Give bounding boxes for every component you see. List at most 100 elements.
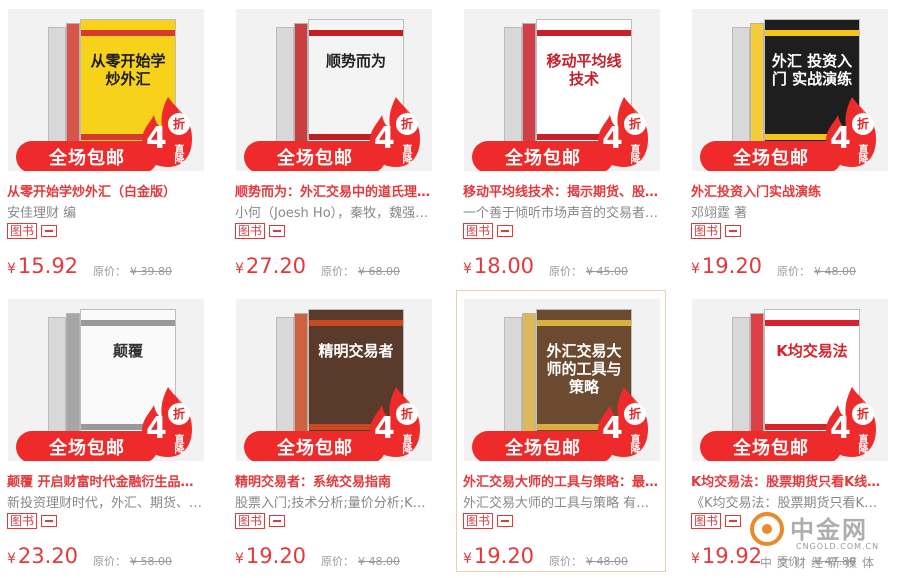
discount-number: 4 xyxy=(830,121,851,156)
product-card[interactable]: 颠覆 全场包邮 折 4 直降 颠覆 开启财富时代金融衍生品投资... 新投资理财… xyxy=(0,290,210,572)
free-shipping-badge: 全场包邮 xyxy=(472,141,614,171)
ebook-icon xyxy=(41,515,58,527)
product-card[interactable]: 从零开始学炒外汇 全场包邮 折 4 直降 从零开始学炒外汇（白金版） 安佳理财 … xyxy=(0,0,210,282)
product-tags: 图书 xyxy=(7,223,58,239)
product-image[interactable]: 从零开始学炒外汇 全场包邮 折 4 直降 xyxy=(8,9,204,171)
currency-symbol: ¥ xyxy=(235,261,244,277)
product-price: ¥27.20 xyxy=(235,254,306,278)
currency-symbol: ¥ xyxy=(691,261,700,277)
original-price-label: 原价： xyxy=(549,555,582,568)
book-spine xyxy=(750,313,764,445)
free-shipping-badge: 全场包邮 xyxy=(472,431,614,461)
book-spine xyxy=(294,23,308,155)
original-price-value: ¥ 48.00 xyxy=(586,555,628,568)
watermark-logo-icon xyxy=(750,512,784,546)
book-spine xyxy=(522,313,536,445)
cover-accent xyxy=(537,320,631,326)
product-author: 一个善于倾听市场声音的交易者，... xyxy=(463,206,661,221)
product-image[interactable]: 顺势而为 全场包邮 折 4 直降 xyxy=(236,9,432,171)
product-title[interactable]: 精明交易者：系统交易指南 xyxy=(235,471,433,490)
product-tags: 图书 xyxy=(691,223,742,239)
discount-number: 4 xyxy=(146,121,167,156)
product-title[interactable]: 顺势而为：外汇交易中的道氏理论... xyxy=(235,181,433,200)
currency-symbol: ¥ xyxy=(463,261,472,277)
original-price: 原价： ¥ 39.80 xyxy=(93,263,172,279)
discount-unit: 折 xyxy=(852,113,874,135)
ebook-icon xyxy=(497,225,514,237)
cover-accent xyxy=(309,320,403,326)
product-author: 邓翊霆 著 xyxy=(691,206,748,221)
ebook-icon xyxy=(269,225,286,237)
product-image[interactable]: 外汇交易大师的工具与策略 全场包邮 折 4 直降 xyxy=(464,299,660,461)
product-tags: 图书 xyxy=(691,513,742,529)
cover-accent xyxy=(81,30,175,36)
original-price-label: 原价： xyxy=(321,555,354,568)
free-shipping-badge: 全场包邮 xyxy=(16,431,158,461)
book-spine xyxy=(522,23,536,155)
discount-number: 4 xyxy=(146,411,167,446)
discount-sub: 直降 xyxy=(628,434,639,454)
product-author: 外汇交易大师的工具与策略 有效的... xyxy=(463,496,661,511)
product-title[interactable]: 颠覆 开启财富时代金融衍生品投资... xyxy=(7,471,205,490)
discount-sub: 直降 xyxy=(400,434,411,454)
product-price: ¥19.20 xyxy=(235,544,306,568)
product-tags: 图书 xyxy=(463,223,514,239)
original-price-label: 原价： xyxy=(549,265,582,278)
discount-number: 4 xyxy=(602,411,623,446)
product-author: 股票入门;技术分析;量价分析;K线;短... xyxy=(235,496,433,511)
book-spine xyxy=(66,313,80,445)
cover-accent xyxy=(81,320,175,326)
product-title[interactable]: K均交易法：股票期货只看K线均线... xyxy=(691,471,889,490)
product-card[interactable]: 移动平均线技术 全场包邮 折 4 直降 移动平均线技术：揭示期货、股票... 一… xyxy=(456,0,666,282)
book-back xyxy=(504,317,522,445)
product-grid: 从零开始学炒外汇 全场包邮 折 4 直降 从零开始学炒外汇（白金版） 安佳理财 … xyxy=(0,0,900,578)
product-tags: 图书 xyxy=(7,513,58,529)
product-title[interactable]: 从零开始学炒外汇（白金版） xyxy=(7,181,205,200)
free-shipping-badge: 全场包邮 xyxy=(700,141,842,171)
product-image[interactable]: 移动平均线技术 全场包邮 折 4 直降 xyxy=(464,9,660,171)
discount-unit: 折 xyxy=(168,403,190,425)
ebook-icon xyxy=(725,515,742,527)
book-spine xyxy=(294,313,308,445)
original-price: 原价： ¥ 48.00 xyxy=(777,263,856,279)
discount-number: 4 xyxy=(374,411,395,446)
discount-unit: 折 xyxy=(624,113,646,135)
product-card[interactable]: 精明交易者 全场包邮 折 4 直降 精明交易者：系统交易指南 股票入门;技术分析… xyxy=(228,290,438,572)
book-tag: 图书 xyxy=(7,223,38,239)
product-card[interactable]: 顺势而为 全场包邮 折 4 直降 顺势而为：外汇交易中的道氏理论... 小何（J… xyxy=(228,0,438,282)
book-tag: 图书 xyxy=(7,513,38,529)
product-title[interactable]: 外汇交易大师的工具与策略：最有... xyxy=(463,471,661,490)
free-shipping-badge: 全场包邮 xyxy=(700,431,842,461)
discount-sub: 直降 xyxy=(172,144,183,164)
product-image[interactable]: 精明交易者 全场包邮 折 4 直降 xyxy=(236,299,432,461)
price-value: 19.20 xyxy=(701,254,763,278)
product-title[interactable]: 外汇投资入门实战演练 xyxy=(691,181,889,200)
discount-sub: 直降 xyxy=(400,144,411,164)
product-tags: 图书 xyxy=(235,223,286,239)
discount-sub: 直降 xyxy=(856,434,867,454)
discount-unit: 折 xyxy=(396,403,418,425)
product-price: ¥15.92 xyxy=(7,254,78,278)
discount-unit: 折 xyxy=(852,403,874,425)
price-value: 19.20 xyxy=(473,544,535,568)
original-price-value: ¥ 48.00 xyxy=(358,555,400,568)
currency-symbol: ¥ xyxy=(7,551,16,567)
product-image[interactable]: K均交易法 全场包邮 折 4 直降 xyxy=(692,299,888,461)
original-price-value: ¥ 58.00 xyxy=(130,555,172,568)
original-price-label: 原价： xyxy=(777,265,810,278)
discount-number: 4 xyxy=(602,121,623,156)
book-spine xyxy=(750,23,764,155)
book-back xyxy=(276,27,294,155)
product-card[interactable]: 外汇交易大师的工具与策略 全场包邮 折 4 直降 外汇交易大师的工具与策略：最有… xyxy=(456,290,666,572)
book-tag: 图书 xyxy=(235,513,266,529)
product-image[interactable]: 颠覆 全场包邮 折 4 直降 xyxy=(8,299,204,461)
product-image[interactable]: 外汇 投资入门 实战演练 全场包邮 折 4 直降 xyxy=(692,9,888,171)
free-shipping-badge: 全场包邮 xyxy=(16,141,158,171)
cover-accent xyxy=(309,30,403,36)
book-back xyxy=(732,317,750,445)
product-card[interactable]: 外汇 投资入门 实战演练 全场包邮 折 4 直降 外汇投资入门实战演练 邓翊霆 … xyxy=(684,0,894,282)
original-price-value: ¥ 68.00 xyxy=(358,265,400,278)
product-title[interactable]: 移动平均线技术：揭示期货、股票... xyxy=(463,181,661,200)
price-value: 27.20 xyxy=(245,254,307,278)
cover-title: 颠覆 xyxy=(112,342,143,360)
